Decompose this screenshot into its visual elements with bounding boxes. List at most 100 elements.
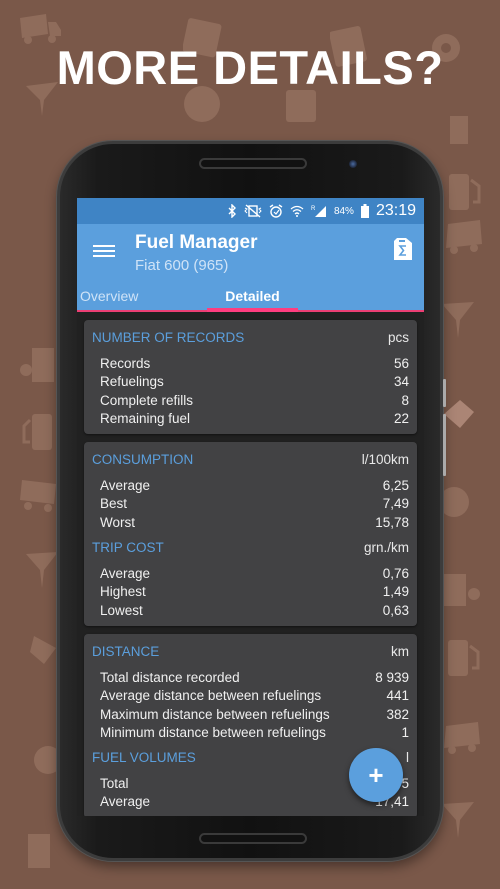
stat-label: Total distance recorded — [100, 669, 240, 685]
vehicle-subtitle[interactable]: Fiat 600 (965) — [135, 257, 228, 274]
section-title: CONSUMPTION — [92, 452, 194, 468]
tab-overview[interactable]: Overview — [80, 284, 138, 304]
stat-row: Refuelings 34 — [92, 373, 409, 391]
clock: 23:19 — [375, 202, 416, 219]
signal-icon: R — [311, 204, 327, 218]
bluetooth-icon — [228, 204, 237, 218]
stat-label: Total — [100, 776, 129, 792]
stat-label: Maximum distance between refuelings — [100, 706, 330, 722]
vibrate-icon — [244, 204, 262, 218]
section-unit: km — [391, 643, 409, 659]
fuel-filter-icon — [24, 830, 54, 870]
fuel-filter-drop-icon — [18, 346, 58, 384]
wifi-icon — [290, 204, 304, 218]
tab-detailed[interactable]: Detailed — [207, 284, 298, 304]
screen: R 84% 23:19 Fuel Manager Fiat 600 (965) … — [77, 198, 424, 816]
stat-label: Minimum distance between refuelings — [100, 724, 326, 740]
add-record-button[interactable]: + — [349, 748, 403, 802]
stat-label: Remaining fuel — [100, 410, 191, 426]
stat-label: Best — [100, 496, 128, 512]
phone-frame: R 84% 23:19 Fuel Manager Fiat 600 (965) … — [57, 141, 446, 861]
section-title: NUMBER OF RECORDS — [92, 330, 245, 345]
stat-row: Average 0,76 — [92, 565, 409, 583]
section-unit: pcs — [387, 330, 409, 345]
stat-label: Lowest — [100, 602, 143, 618]
stat-value: 1,49 — [382, 584, 409, 600]
power-button[interactable] — [443, 379, 446, 407]
section-header: CONSUMPTION l/100km — [92, 452, 409, 467]
section-title: DISTANCE — [92, 643, 160, 659]
stat-value: 34 — [393, 374, 409, 390]
battery-icon — [360, 204, 369, 218]
stat-row: Records 56 — [92, 355, 409, 373]
app-bar: Fuel Manager Fiat 600 (965) Overview Det… — [77, 224, 424, 312]
stat-label: Worst — [100, 514, 136, 530]
stat-row: Best 7,49 — [92, 495, 409, 513]
funnel-icon — [440, 300, 476, 340]
bottom-speaker — [199, 833, 307, 844]
stat-row: Worst 15,78 — [92, 514, 409, 532]
funnel-icon — [24, 550, 60, 590]
stat-label: Average — [100, 566, 151, 582]
stat-value: 8 — [401, 392, 409, 408]
tab-bar: Overview Detailed — [77, 284, 424, 312]
stat-row: Highest 1,49 — [92, 583, 409, 601]
add-icon: + — [368, 759, 384, 790]
status-bar: R 84% 23:19 — [77, 198, 424, 224]
gas-pump-icon — [447, 172, 483, 212]
front-camera — [349, 160, 357, 168]
stat-row: Total distance recorded 8 939 — [92, 669, 409, 687]
active-tab-indicator — [207, 308, 298, 312]
truck-icon — [438, 718, 482, 758]
stat-row: Average 6,25 — [92, 477, 409, 495]
fuel-calculator-icon[interactable] — [394, 238, 412, 265]
stat-label: Refuelings — [100, 374, 164, 390]
section-unit: l — [406, 750, 409, 766]
funnel-icon — [440, 800, 476, 840]
section-header: TRIP COST grn./km — [92, 540, 409, 555]
section-title: TRIP COST — [92, 540, 164, 556]
stat-row: Maximum distance between refuelings 382 — [92, 706, 409, 724]
section-unit: grn./km — [363, 540, 409, 556]
stat-row: Complete refills 8 — [92, 392, 409, 410]
menu-icon[interactable] — [93, 242, 115, 260]
stat-value: 0,76 — [382, 566, 409, 582]
stat-row: Remaining fuel 22 — [92, 410, 409, 428]
headline: MORE DETAILS? — [56, 41, 444, 94]
section-title: FUEL VOLUMES — [92, 750, 196, 766]
stat-label: Records — [100, 356, 151, 371]
stat-row: Minimum distance between refuelings 1 — [92, 724, 409, 742]
truck-icon — [18, 476, 58, 514]
stat-value: 7,49 — [382, 496, 409, 512]
stat-value: 6,25 — [382, 478, 409, 494]
card-consumption: CONSUMPTION l/100km Average 6,25 Best 7,49… — [84, 442, 417, 626]
stat-value: 22 — [393, 410, 409, 426]
section-header: DISTANCE km — [92, 644, 409, 659]
volume-button[interactable] — [443, 414, 446, 476]
battery-percent: 84% — [333, 205, 354, 217]
roaming-label: R — [311, 206, 316, 212]
stat-value: 15,78 — [375, 514, 409, 530]
fuel-filter-drop-icon — [442, 572, 482, 608]
stat-value: 8 939 — [375, 669, 409, 685]
fuel-filter-icon — [448, 112, 484, 146]
section-unit: l/100km — [361, 452, 409, 468]
earpiece-speaker — [199, 158, 307, 169]
stat-value: 1 — [401, 724, 409, 740]
stat-value: 441 — [386, 688, 409, 704]
stat-label: Highest — [100, 584, 146, 600]
stat-value: 382 — [386, 706, 409, 722]
app-title: Fuel Manager — [135, 232, 258, 253]
detail-list[interactable]: NUMBER OF RECORDS pcs Records 56 Refuelin… — [77, 312, 424, 816]
gas-pump-icon — [446, 638, 482, 678]
truck-icon — [440, 218, 484, 258]
section-header: NUMBER OF RECORDS pcs — [92, 330, 409, 345]
alarm-icon — [269, 204, 283, 218]
card-number-of-records: NUMBER OF RECORDS pcs Records 56 Refuelin… — [84, 320, 417, 435]
gas-pump-icon — [20, 412, 54, 452]
stat-label: Average — [100, 478, 151, 494]
stat-value: 56 — [393, 356, 409, 371]
stat-row: Average distance between refuelings 441 — [92, 687, 409, 705]
stat-label: Average — [100, 794, 151, 810]
stat-row: Lowest 0,63 — [92, 602, 409, 620]
